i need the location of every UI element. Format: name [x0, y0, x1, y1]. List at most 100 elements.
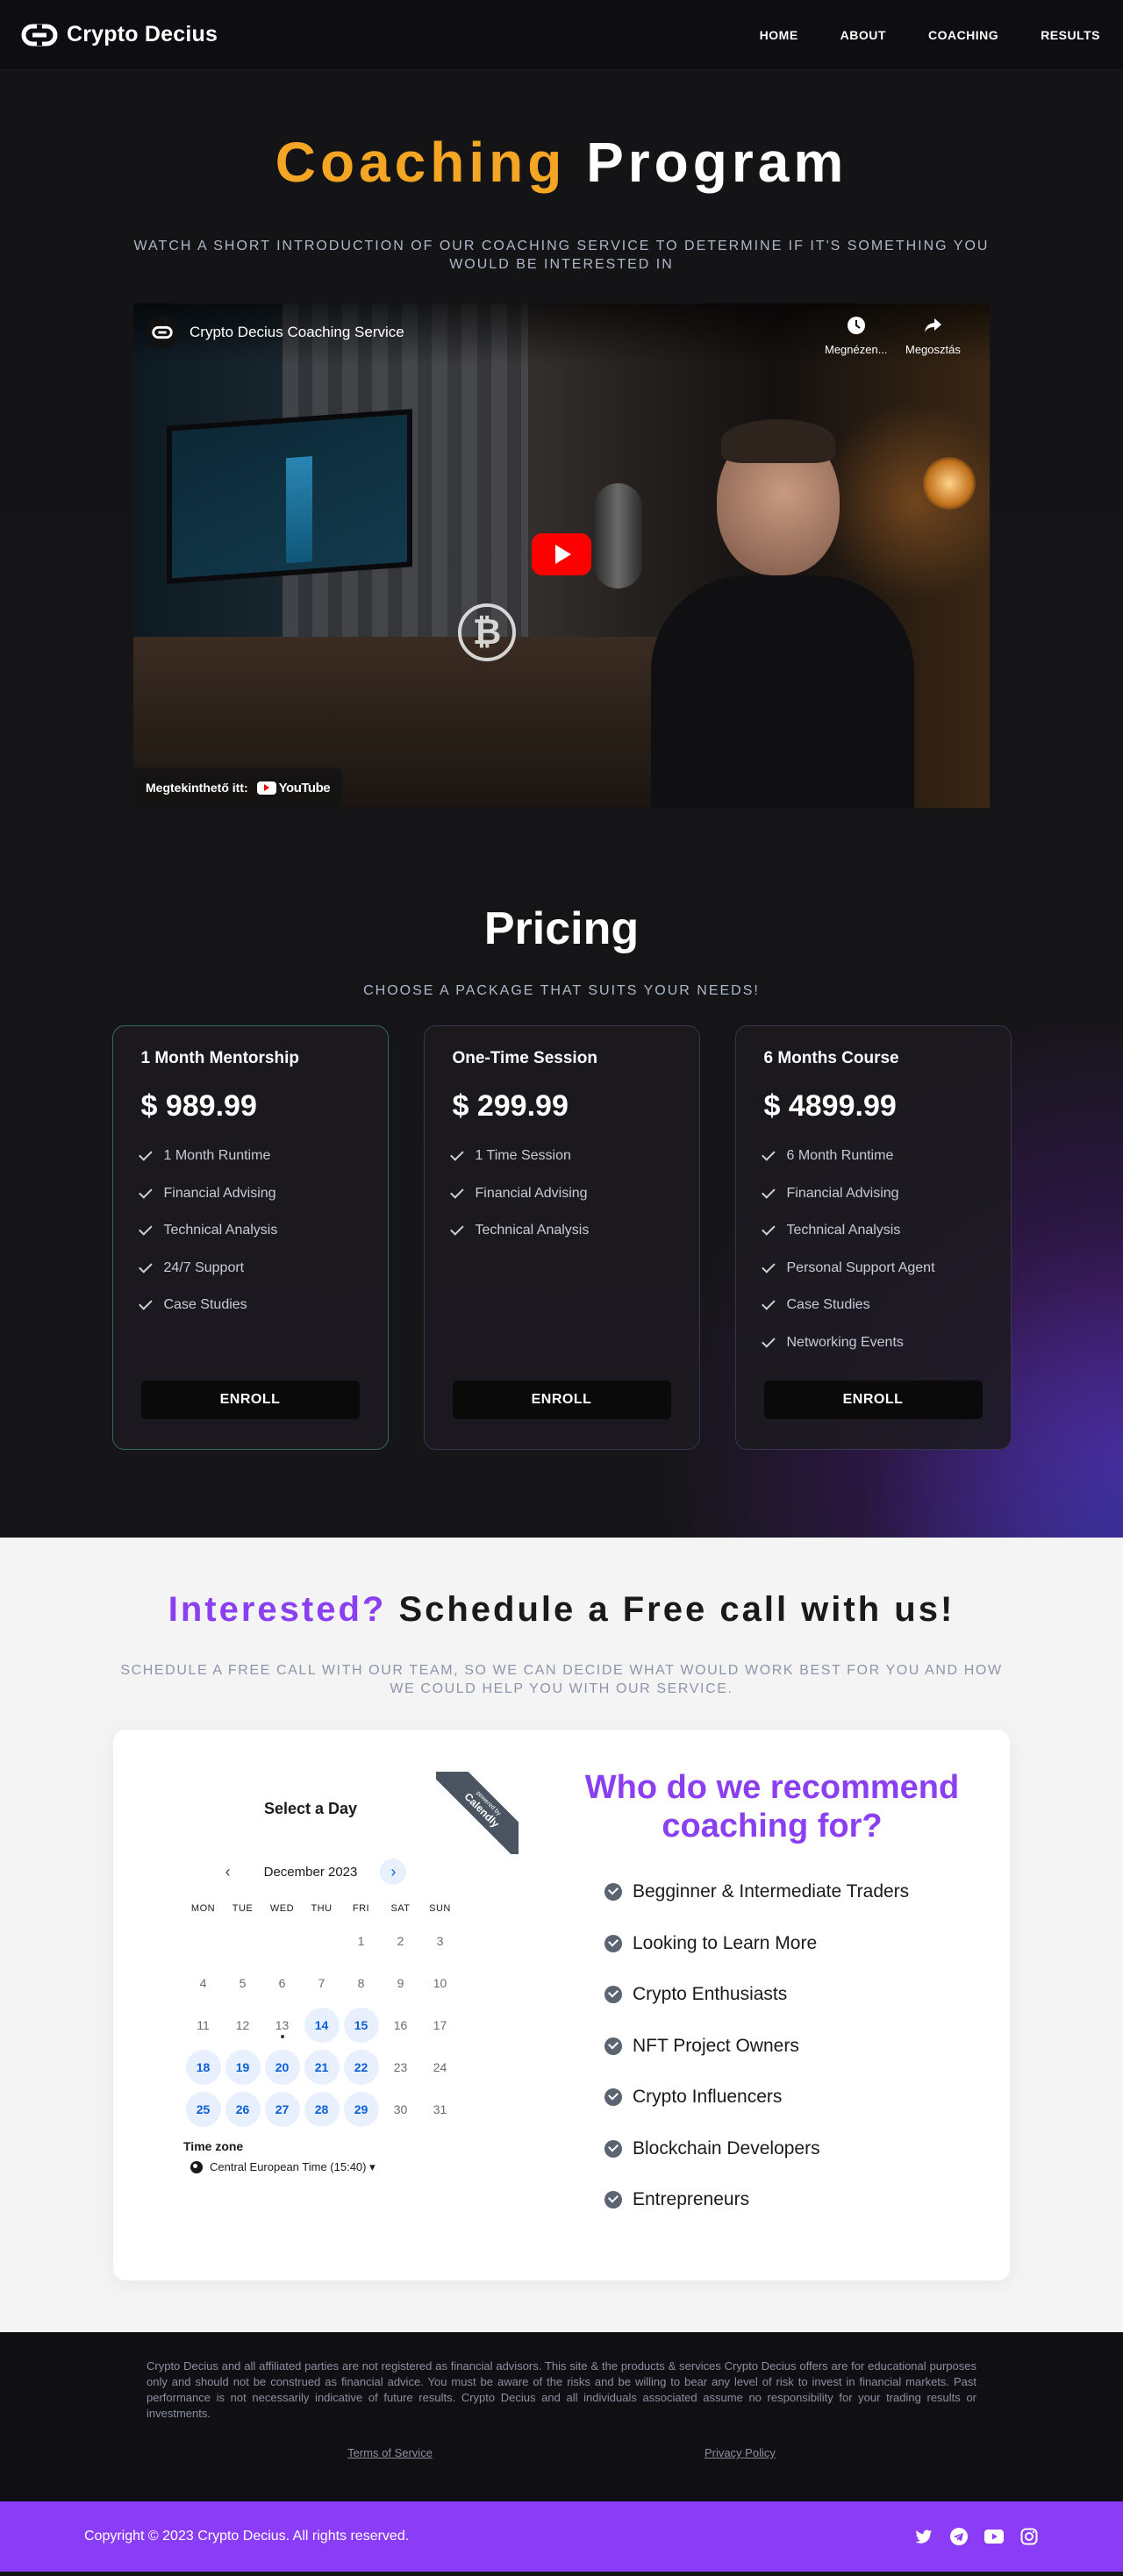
check-circle-icon — [604, 2088, 622, 2107]
calendar-day-available[interactable]: 25 — [183, 2088, 223, 2130]
weekday-label: TUE — [232, 1903, 254, 1914]
calendar-day: 30 — [393, 2102, 408, 2116]
calendar-day-available[interactable]: 18 — [183, 2046, 223, 2088]
calendar-day: 10 — [433, 1976, 447, 1990]
plan-feature: Networking Events — [761, 1324, 983, 1362]
recommend-title: Who do we recommend coaching for? — [584, 1769, 960, 1845]
recommend-item: NFT Project Owners — [604, 2021, 992, 2073]
calendar-day-available[interactable]: 22 — [341, 2046, 381, 2088]
plan-feature: 1 Month Runtime — [138, 1138, 360, 1175]
calendar-blank — [302, 1920, 341, 1962]
month-navigation: ‹ December 2023 › — [183, 1859, 438, 1885]
video-thumbnail-monitor — [167, 409, 412, 584]
plan-features: 1 Time Session Financial Advising Techni… — [449, 1138, 671, 1250]
calendar-day-available[interactable]: 14 — [302, 2004, 341, 2046]
instagram-icon[interactable] — [1019, 2527, 1039, 2546]
recommend-item-label: Entrepreneurs — [633, 2189, 750, 2210]
schedule-card: powered by Calendly Select a Day ‹ Decemb… — [113, 1730, 1010, 2280]
plan-feature: Technical Analysis — [761, 1212, 983, 1250]
share-icon — [923, 316, 942, 338]
channel-avatar-icon — [146, 316, 179, 349]
calendar-day-available[interactable]: 19 — [223, 2046, 262, 2088]
share-button[interactable]: Megosztás — [905, 316, 961, 356]
watch-on-youtube[interactable]: Megtekinthető itt: YouTube — [133, 767, 343, 808]
video-title[interactable]: Crypto Decius Coaching Service — [190, 324, 404, 341]
disclaimer-text: Crypto Decius and all affiliated parties… — [147, 2359, 976, 2420]
nav-link-home[interactable]: HOME — [760, 28, 798, 42]
calendar-day-available[interactable]: 28 — [302, 2088, 341, 2130]
schedule-title: Interested? Schedule a Free call with us… — [0, 1590, 1123, 1630]
privacy-link[interactable]: Privacy Policy — [705, 2446, 776, 2459]
recommend-item-label: Crypto Enthusiasts — [633, 1984, 788, 2005]
copyright: Copyright © 2023 Crypto Decius. All righ… — [84, 2529, 410, 2544]
youtube-icon[interactable] — [984, 2527, 1004, 2546]
video-thumbnail-lamp — [923, 457, 976, 510]
check-icon — [449, 1184, 464, 1199]
enroll-button-1-month[interactable]: ENROLL — [140, 1381, 360, 1419]
weekday-label: WED — [269, 1903, 295, 1914]
calendar-day: 5 — [239, 1976, 247, 1990]
recommend-item: Blockchain Developers — [604, 2123, 992, 2175]
brand-logo[interactable]: Crypto Decius — [21, 22, 218, 47]
plan-name: 6 Months Course — [763, 1049, 899, 1067]
pricing-subtitle: CHOOSE A PACKAGE THAT SUITS YOUR NEEDS! — [363, 983, 760, 998]
video-thumbnail-microphone — [594, 483, 642, 589]
calendar-day-available[interactable]: 29 — [341, 2088, 381, 2130]
check-icon — [761, 1222, 776, 1236]
video-channel[interactable]: Crypto Decius Coaching Service — [146, 316, 404, 349]
calendar-day-available[interactable]: 27 — [262, 2088, 302, 2130]
hero-title: Coaching Program — [0, 70, 1123, 195]
calendly-badge[interactable]: powered by Calendly — [436, 1772, 519, 1854]
terms-link[interactable]: Terms of Service — [347, 2446, 433, 2459]
twitter-icon[interactable] — [914, 2527, 933, 2546]
schedule-title-accent: Interested? — [168, 1590, 387, 1629]
recommend-item-label: Crypto Influencers — [633, 2087, 783, 2108]
nav-links: HOME ABOUT COACHING RESULTS — [760, 28, 1100, 42]
calendar-day-available[interactable]: 26 — [223, 2088, 262, 2130]
check-circle-icon — [604, 2191, 622, 2209]
calendar-grid: MON TUE WED THU FRI SAT SUN 1 2 3 4 5 6 7 8 9 10 11 12 13 14… — [183, 1897, 460, 2130]
nav-link-about[interactable]: ABOUT — [840, 28, 886, 42]
enroll-button-6-months[interactable]: ENROLL — [763, 1381, 983, 1419]
schedule-title-rest: Schedule a Free call with us! — [398, 1590, 955, 1629]
play-button[interactable] — [532, 533, 591, 575]
recommend-panel: Who do we recommend coaching for? Beggin… — [552, 1730, 1010, 2280]
check-icon — [138, 1147, 153, 1161]
nav-link-coaching[interactable]: COACHING — [928, 28, 998, 42]
recommend-item-label: Begginner & Intermediate Traders — [633, 1881, 910, 1902]
nav-link-results[interactable]: RESULTS — [1041, 28, 1100, 42]
plan-feature: 6 Month Runtime — [761, 1138, 983, 1175]
hero-title-rest: Program — [586, 131, 848, 194]
check-icon — [138, 1184, 153, 1199]
recommend-item-label: NFT Project Owners — [633, 2035, 799, 2056]
next-month-icon[interactable]: › — [380, 1859, 407, 1885]
calendar-day: 2 — [397, 1934, 404, 1948]
calendar-day-available[interactable]: 21 — [302, 2046, 341, 2088]
watch-later-label: Megnézen... — [825, 343, 888, 356]
enroll-button-one-time[interactable]: ENROLL — [452, 1381, 671, 1419]
schedule-subtitle: SCHEDULE A FREE CALL WITH OUR TEAM, SO W… — [120, 1663, 1003, 1696]
pricing-plans: 1 Month Mentorship $ 989.99 1 Month Runt… — [0, 1025, 1123, 1450]
plan-feature: 1 Time Session — [449, 1138, 671, 1175]
calendar-day: 8 — [357, 1976, 365, 1990]
check-icon — [761, 1147, 776, 1161]
plan-name: 1 Month Mentorship — [140, 1049, 299, 1067]
globe-icon — [190, 2161, 203, 2173]
plan-feature: Financial Advising — [138, 1175, 360, 1213]
calendar-day: 11 — [197, 2018, 210, 2032]
top-navbar: Crypto Decius HOME ABOUT COACHING RESULT… — [0, 0, 1123, 70]
calendar-day: 6 — [278, 1976, 286, 1990]
prev-month-icon[interactable]: ‹ — [215, 1859, 241, 1885]
calendar-day-available[interactable]: 20 — [262, 2046, 302, 2088]
video-embed[interactable]: ₿ Crypto Decius Coaching Service Megnéze… — [133, 303, 990, 808]
calendar-day-available[interactable]: 15 — [341, 2004, 381, 2046]
bottom-bar: Copyright © 2023 Crypto Decius. All righ… — [0, 2501, 1123, 2572]
timezone-select[interactable]: Central European Time (15:40) ▾ — [190, 2160, 552, 2174]
calendar-heading: Select a Day — [263, 1800, 358, 1817]
social-links — [914, 2527, 1039, 2546]
weekday-label: SUN — [429, 1903, 451, 1914]
watch-later-button[interactable]: Megnézen... — [825, 316, 888, 356]
calendar-day: 12 — [235, 2018, 250, 2032]
plan-feature: Technical Analysis — [449, 1212, 671, 1250]
telegram-icon[interactable] — [949, 2527, 969, 2546]
